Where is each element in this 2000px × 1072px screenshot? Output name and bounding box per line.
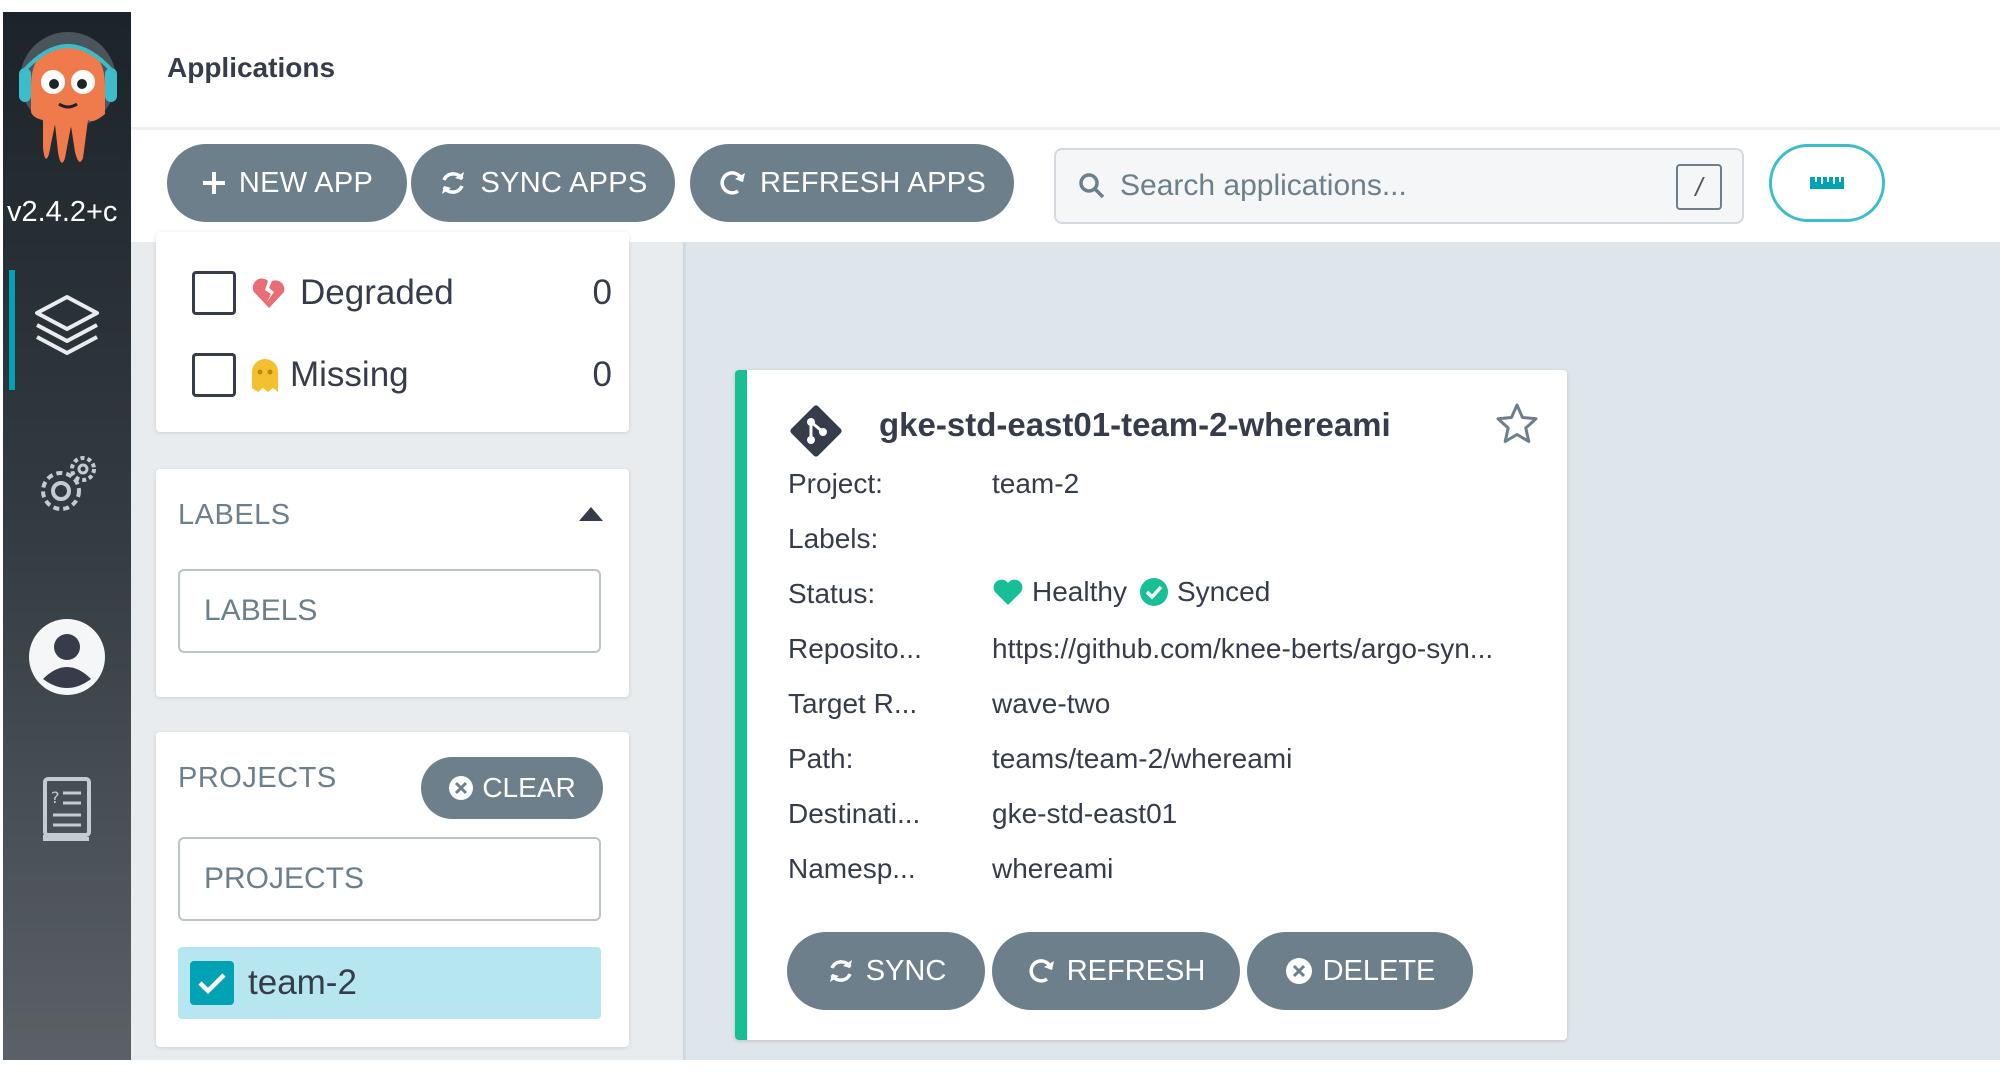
check-icon xyxy=(198,973,226,995)
user-icon xyxy=(29,619,105,695)
filter-row-missing[interactable]: Missing 0 xyxy=(192,350,612,400)
page-header: Applications xyxy=(131,12,2000,130)
health-status: Healthy xyxy=(1032,576,1127,607)
project-name: team-2 xyxy=(248,963,357,1002)
sync-status: Synced xyxy=(1176,576,1271,607)
sync-icon xyxy=(442,172,465,194)
nav-item-applications[interactable] xyxy=(3,270,131,390)
target-revision-label: Target R... xyxy=(788,688,918,719)
argo-octopus-logo xyxy=(19,32,117,163)
app-card[interactable]: gke-std-east01-team-2-whereami Project: … xyxy=(735,370,1567,1040)
search-icon xyxy=(1079,173,1105,199)
delete-label: DELETE xyxy=(1322,954,1436,987)
namespace-label: Namesp... xyxy=(788,853,916,884)
nav-item-documentation[interactable]: ? xyxy=(3,754,131,864)
destination-label: Destinati... xyxy=(788,798,921,829)
check-circle-icon xyxy=(1139,578,1168,606)
projects-title: PROJECTS xyxy=(178,762,337,794)
labels-filter: LABELS xyxy=(156,469,629,697)
status-value: Healthy Synced xyxy=(992,576,1270,608)
project-value: team-2 xyxy=(992,468,1080,499)
refresh-apps-label: REFRESH APPS xyxy=(760,166,986,199)
degraded-count: 0 xyxy=(592,273,612,312)
status-label: Status: xyxy=(788,578,876,609)
version-label: v2.4.2+c xyxy=(7,196,118,228)
star-icon[interactable] xyxy=(1495,402,1539,444)
view-toggle-button[interactable] xyxy=(1769,144,1885,222)
argocd-applications-page: v2.4.2+c ? Applications NEW APP SYNC APP… xyxy=(0,0,2000,1072)
heart-icon xyxy=(993,579,1023,605)
refresh-apps-button[interactable]: REFRESH APPS xyxy=(690,144,1014,222)
clear-projects-button[interactable]: CLEAR xyxy=(421,757,603,819)
svg-text:?: ? xyxy=(51,788,60,807)
search-input[interactable] xyxy=(1120,169,1640,203)
projects-filter: PROJECTS CLEAR team-2 xyxy=(156,732,629,1047)
refresh-icon xyxy=(720,171,745,195)
search-shortcut-hint: / xyxy=(1676,164,1722,210)
broken-heart-icon xyxy=(252,278,285,308)
repository-value: https://github.com/knee-berts/argo-syn..… xyxy=(992,633,1494,664)
target-revision-value: wave-two xyxy=(992,688,1111,719)
path-label: Path: xyxy=(788,743,854,774)
git-icon xyxy=(790,405,842,457)
degraded-checkbox[interactable] xyxy=(192,271,236,315)
delete-button[interactable]: DELETE xyxy=(1247,932,1473,1010)
nav-item-settings[interactable] xyxy=(3,430,131,540)
missing-checkbox[interactable] xyxy=(192,353,236,397)
nav-sidebar: v2.4.2+c ? xyxy=(3,12,131,1060)
sync-label: SYNC xyxy=(865,954,947,987)
plus-icon xyxy=(202,172,225,194)
labels-input[interactable] xyxy=(204,594,574,628)
ghost-icon xyxy=(252,359,278,392)
new-app-button[interactable]: NEW APP xyxy=(167,144,407,222)
project-label: Project: xyxy=(788,468,883,499)
labels-title: LABELS xyxy=(178,499,291,531)
refresh-label: REFRESH xyxy=(1066,954,1206,987)
ruler-icon xyxy=(1810,177,1844,189)
app-name[interactable]: gke-std-east01-team-2-whereami xyxy=(879,406,1391,444)
filters-panel: Degraded 0 Missing 0 LABELS PROJECTS CL xyxy=(131,232,686,1060)
close-circle-icon xyxy=(1285,958,1312,984)
projects-field xyxy=(178,837,601,921)
toolbar: NEW APP SYNC APPS REFRESH APPS / xyxy=(131,130,2000,242)
destination-value: gke-std-east01 xyxy=(992,798,1178,829)
page-title: Applications xyxy=(167,52,336,83)
nav-item-user-info[interactable] xyxy=(3,602,131,712)
path-value: teams/team-2/whereami xyxy=(992,743,1293,774)
project-item-team-2[interactable]: team-2 xyxy=(178,947,601,1019)
degraded-label: Degraded xyxy=(300,273,454,312)
labels-field xyxy=(178,569,601,653)
sync-apps-button[interactable]: SYNC APPS xyxy=(411,144,675,222)
filter-row-degraded[interactable]: Degraded 0 xyxy=(192,268,612,318)
new-app-label: NEW APP xyxy=(238,166,374,199)
refresh-icon xyxy=(1029,959,1054,983)
close-circle-icon xyxy=(449,776,474,800)
sync-apps-label: SYNC APPS xyxy=(480,166,648,199)
book-icon: ? xyxy=(43,777,91,841)
health-status-filter: Degraded 0 Missing 0 xyxy=(156,232,629,432)
missing-count: 0 xyxy=(592,355,612,394)
search-box: / xyxy=(1054,148,1744,224)
gears-icon xyxy=(41,456,96,511)
repository-label: Reposito... xyxy=(788,633,922,664)
team-2-checkbox[interactable] xyxy=(190,961,234,1005)
sync-icon xyxy=(829,960,852,982)
projects-input[interactable] xyxy=(204,862,574,896)
missing-label: Missing xyxy=(290,355,409,394)
sync-button[interactable]: SYNC xyxy=(787,932,985,1010)
collapse-triangle-icon[interactable] xyxy=(577,505,605,523)
namespace-value: whereami xyxy=(992,853,1114,884)
labels-label: Labels: xyxy=(788,523,879,554)
layers-icon xyxy=(35,295,99,355)
refresh-button[interactable]: REFRESH xyxy=(992,932,1240,1010)
clear-label: CLEAR xyxy=(482,772,576,803)
